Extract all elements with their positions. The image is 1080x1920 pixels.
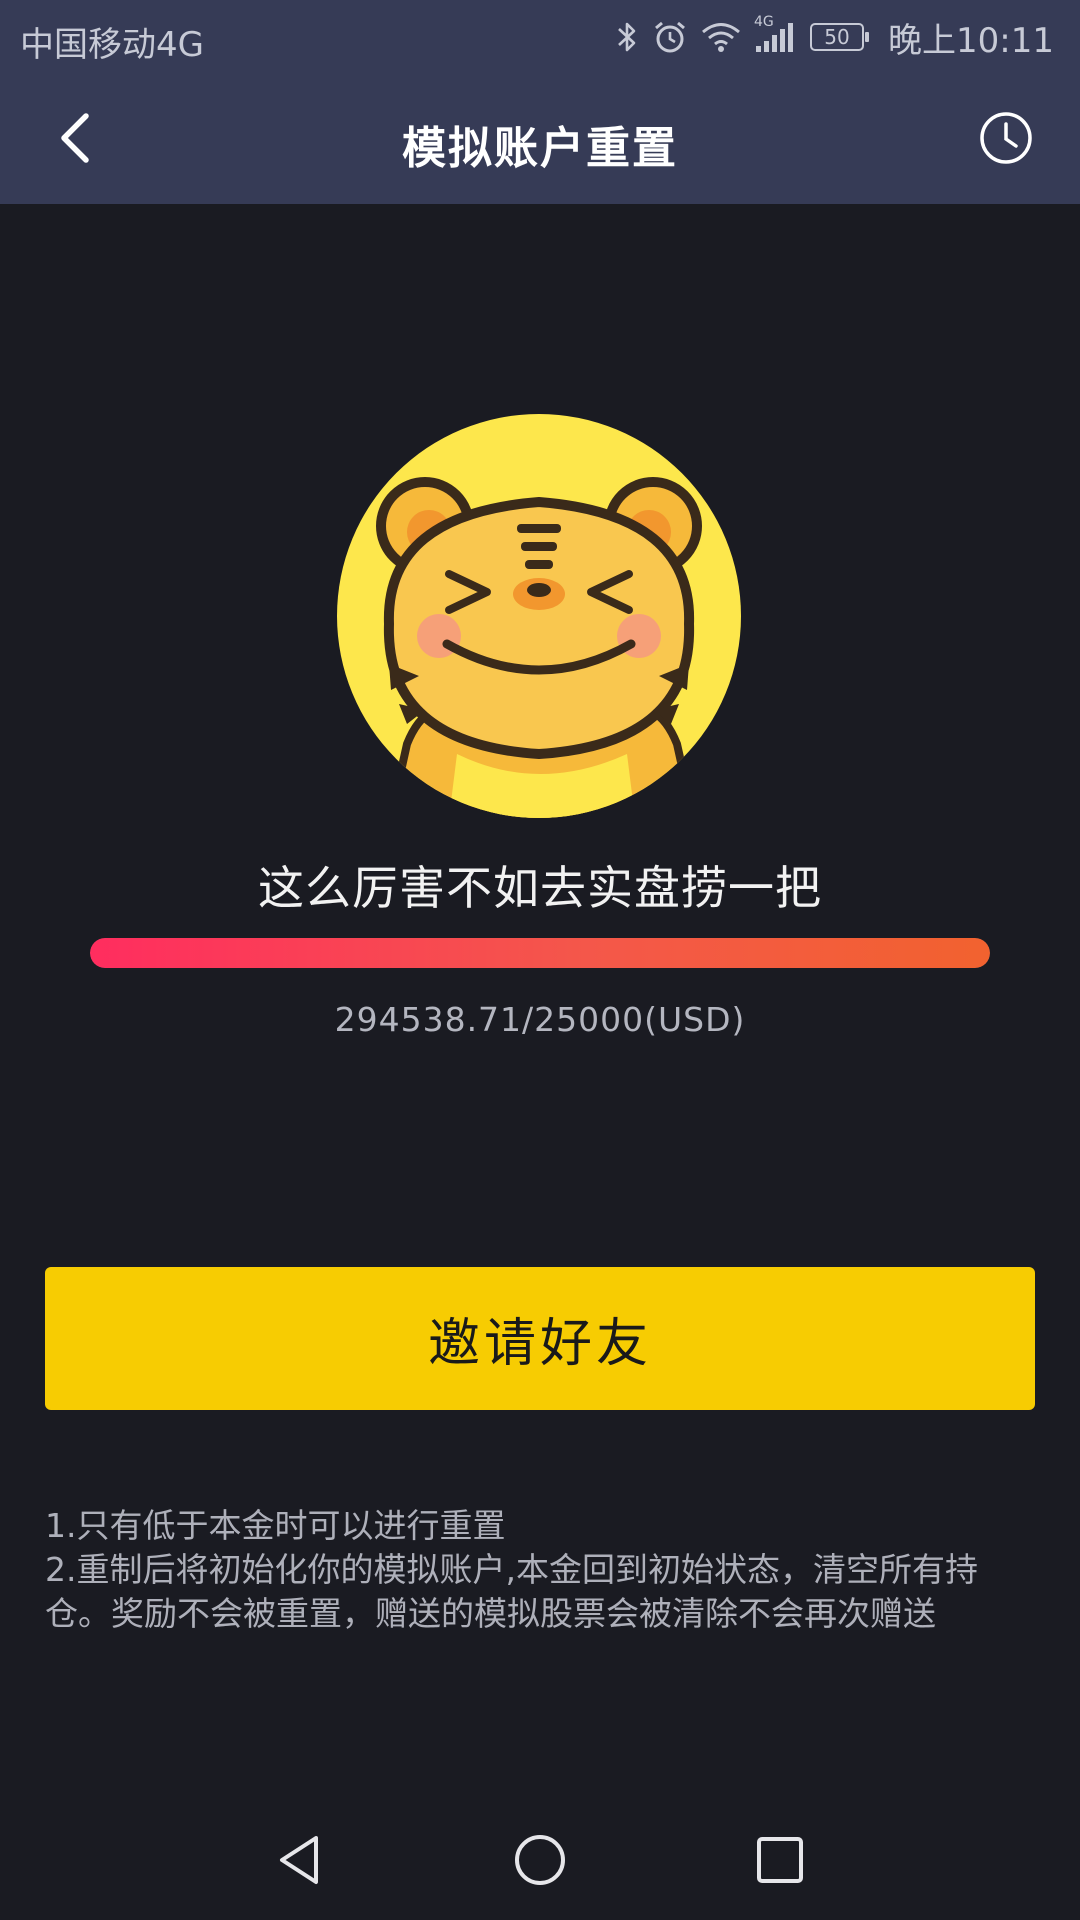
- history-button[interactable]: [972, 106, 1040, 174]
- progress-bar: [90, 938, 990, 968]
- tiger-mascot: [337, 414, 741, 818]
- carrier-label: 中国移动4G: [20, 25, 204, 65]
- system-nav-bar: [0, 1800, 1080, 1920]
- header: 模拟账户重置: [0, 76, 1080, 204]
- status-icons: 4G 50 晚上10:11: [614, 12, 1054, 62]
- slogan-text: 这么厉害不如去实盘捞一把: [258, 861, 822, 915]
- wifi-icon: [700, 20, 742, 54]
- status-time: 晚上10:11: [888, 20, 1054, 61]
- note-line-1: 1.只有低于本金时可以进行重置: [45, 1506, 506, 1545]
- back-triangle-icon: [272, 1832, 328, 1892]
- clock-icon: [978, 110, 1034, 170]
- page-title: 模拟账户重置: [402, 123, 678, 174]
- status-bar: 中国移动4G 4G 50 晚上10:11: [0, 0, 1080, 76]
- recents-square-icon: [752, 1832, 808, 1892]
- nav-recents-button[interactable]: [748, 1830, 812, 1894]
- battery-icon: 50: [810, 23, 870, 51]
- signal-icon: 4G: [754, 14, 794, 54]
- reset-notes: 1.只有低于本金时可以进行重置 2.重制后将初始化你的模拟账户,本金回到初始状态…: [45, 1504, 1035, 1636]
- progress-fill: [90, 938, 990, 968]
- note-line-2: 2.重制后将初始化你的模拟账户,本金回到初始状态，清空所有持仓。奖励不会被重置，…: [45, 1550, 978, 1633]
- balance-text: 294538.71/25000(USD): [334, 1000, 746, 1039]
- invite-friends-button[interactable]: 邀请好友: [45, 1267, 1035, 1410]
- screen: 中国移动4G 4G 50 晚上10:11 模拟账户重置 这么厉害不如去实盘捞一把…: [0, 0, 1080, 1920]
- nav-back-button[interactable]: [268, 1830, 332, 1894]
- battery-level: 50: [824, 25, 850, 49]
- bluetooth-icon: [614, 19, 640, 55]
- alarm-icon: [652, 19, 688, 55]
- network-badge: 4G: [754, 14, 774, 30]
- nav-home-button[interactable]: [508, 1830, 572, 1894]
- home-circle-icon: [512, 1832, 568, 1892]
